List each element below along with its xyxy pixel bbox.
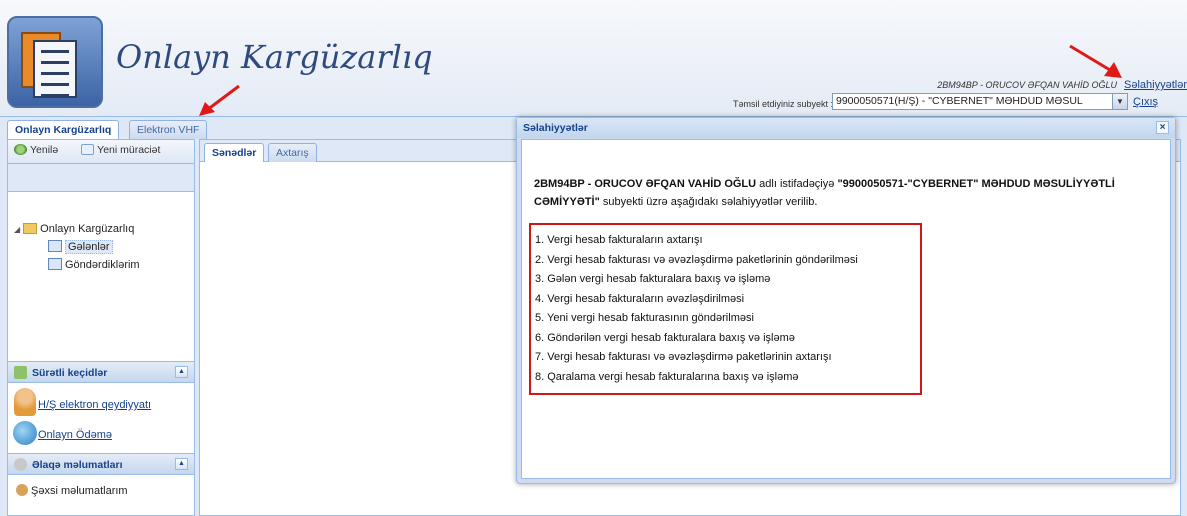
app-logo-icon — [7, 16, 103, 108]
quick-link-registration[interactable]: H/Ş elektron qeydiyyatı — [38, 399, 151, 411]
tab-elektron-vhf[interactable]: Elektron VHF — [129, 120, 208, 139]
left-panel: Yenilə Yeni müraciət ◢ Onlayn Kargüzarlıq… — [7, 139, 195, 516]
permission-item: 6. Göndərilən vergi hesab fakturalara ba… — [535, 331, 795, 344]
tab-axtaris[interactable]: Axtarış — [268, 143, 317, 162]
payment-globe-icon — [13, 421, 37, 445]
personal-info-link[interactable]: Şəxsi məlumatlarım — [16, 484, 128, 497]
collapse-icon[interactable]: ▲ — [175, 366, 188, 378]
new-request-button[interactable]: Yeni müraciət — [81, 144, 170, 156]
logout-link[interactable]: Çıxış — [1133, 96, 1158, 108]
tab-senedler[interactable]: Sənədlər — [204, 143, 265, 162]
permissions-window: Səlahiyyətlər × 2BM94BP - ORUCOV ƏFQAN V… — [516, 117, 1176, 484]
app-title: Onlayn Kargüzarlıq — [116, 38, 433, 76]
permissions-link[interactable]: Səlahiyyətlər — [1124, 79, 1187, 91]
left-toolbar-spacer — [8, 164, 194, 192]
tree-item-gelenler[interactable]: Gələnlər — [14, 238, 194, 256]
subject-select[interactable]: 9900050571(H/Ş) - "CYBERNET" MƏHDUD MƏSU… — [832, 93, 1128, 110]
subject-label: Təmsil etdiyiniz subyekt : — [733, 99, 834, 109]
tab-onlayn-karguzarliq[interactable]: Onlayn Kargüzarlıq — [7, 120, 120, 139]
folder-tree: ◢ Onlayn Kargüzarlıq Gələnlər Göndərdiklə… — [8, 192, 194, 274]
registration-icon — [14, 388, 36, 416]
subject-select-value: 9900050571(H/Ş) - "CYBERNET" MƏHDUD MƏSU… — [836, 95, 1083, 107]
left-toolbar: Yenilə Yeni müraciət — [8, 140, 194, 164]
expand-icon[interactable]: ◢ — [14, 225, 20, 234]
permissions-window-body: 2BM94BP - ORUCOV ƏFQAN VAHİD OĞLU adlı i… — [521, 139, 1171, 479]
gear-icon — [14, 458, 27, 471]
tree-item-gonderdiklerim[interactable]: Göndərdiklərim — [14, 256, 194, 274]
folder-icon — [23, 223, 38, 234]
quick-links-header[interactable]: Sürətli keçidlər ▲ — [8, 361, 194, 383]
permission-item: 1. Vergi hesab fakturaların axtarışı — [535, 234, 703, 246]
tree-root[interactable]: ◢ Onlayn Kargüzarlıq — [14, 220, 194, 238]
refresh-button[interactable]: Yenilə — [14, 144, 68, 156]
refresh-icon — [14, 144, 27, 155]
permissions-intro: 2BM94BP - ORUCOV ƏFQAN VAHİD OĞLU adlı i… — [534, 178, 1115, 208]
permission-item: 4. Vergi hesab fakturaların əvəzləşdiril… — [535, 292, 745, 305]
quick-link-payment[interactable]: Onlayn Ödəmə — [38, 429, 112, 441]
chevron-down-icon[interactable]: ▼ — [1112, 94, 1127, 109]
close-icon[interactable]: × — [1156, 121, 1169, 134]
quick-links-icon — [14, 366, 27, 379]
app-header: Onlayn Kargüzarlıq 2BM94BP - ORUCOV ƏFQA… — [0, 0, 1187, 117]
permissions-window-title[interactable]: Səlahiyyətlər × — [517, 118, 1175, 138]
permission-item: 8. Qaralama vergi hesab fakturalarına ba… — [535, 370, 799, 383]
permission-item: 2. Vergi hesab fakturası və əvəzləşdirmə… — [535, 253, 858, 266]
inbox-icon — [48, 240, 62, 252]
permission-item: 5. Yeni vergi hesab fakturasının göndəri… — [535, 312, 754, 324]
new-document-icon — [81, 144, 95, 155]
permissions-list: 1. Vergi hesab fakturaların axtarışı 2. … — [529, 223, 922, 395]
collapse-icon[interactable]: ▲ — [175, 458, 188, 470]
top-tab-bar: Onlayn Kargüzarlıq Elektron VHF — [0, 117, 516, 139]
outbox-icon — [48, 258, 62, 270]
contact-info-header[interactable]: Əlaqə məlumatları ▲ — [8, 453, 194, 475]
current-user: 2BM94BP - ORUCOV ƏFQAN VAHİD OĞLU — [937, 80, 1117, 90]
permission-item: 3. Gələn vergi hesab fakturalara baxış v… — [535, 273, 771, 285]
permission-item: 7. Vergi hesab fakturası və əvəzləşdirmə… — [535, 351, 832, 363]
user-icon — [16, 484, 28, 496]
